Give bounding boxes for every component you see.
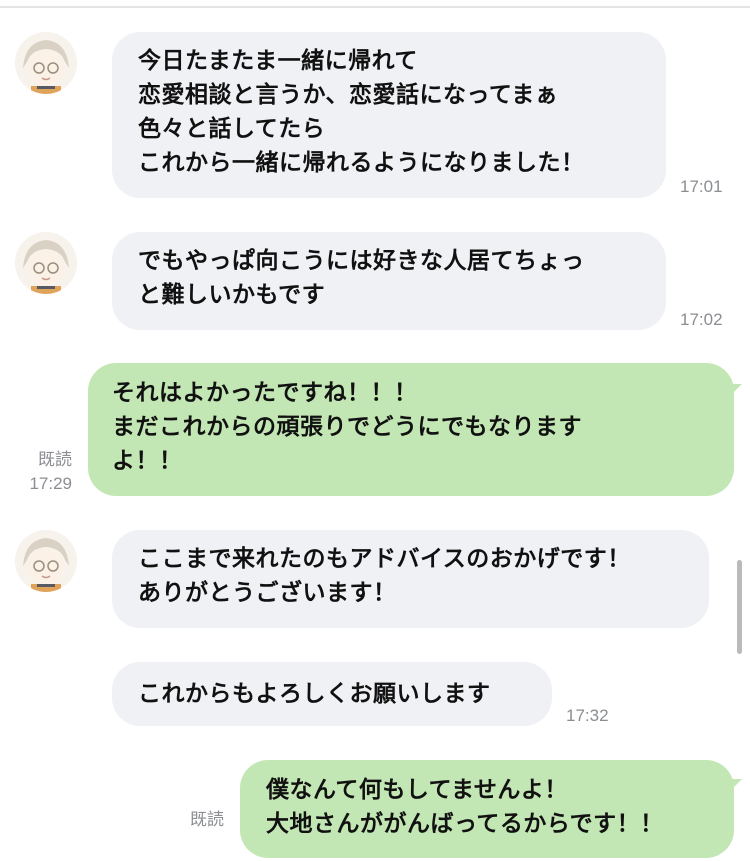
message-timestamp: 17:32	[566, 706, 609, 725]
message-timestamp: 17:02	[680, 310, 723, 329]
message-text: これからもよろしくお願いします	[138, 681, 491, 707]
message-text: 大地さんががんばってるからです！！	[266, 811, 664, 837]
message-text: よ！！	[112, 448, 183, 474]
read-receipt: 既読	[180, 808, 224, 832]
avatar[interactable]	[15, 232, 77, 294]
message-text: それはよかったですね！！！	[112, 380, 418, 406]
bubble-tail	[728, 779, 742, 793]
avatar-icon	[15, 232, 77, 294]
message-text: ここまで来れたのもアドバイスのおかげです！	[138, 546, 631, 572]
scrollbar[interactable]	[737, 560, 742, 654]
message-text: ありがとうございます！	[138, 580, 397, 606]
read-status: 既読	[38, 450, 72, 470]
avatar[interactable]	[15, 530, 77, 592]
message-bubble-received[interactable]: これからもよろしくお願いします	[112, 662, 552, 726]
message-bubble-received[interactable]: でもやっぱ向こうには好きな人居てちょっ と難しいかもです	[112, 232, 666, 330]
message-text: 今日たまたま一緒に帰れて	[138, 48, 418, 74]
header-divider	[0, 6, 750, 8]
message-text: と難しいかもです	[138, 282, 326, 308]
message-timestamp: 17:29	[29, 474, 72, 493]
read-status: 既読	[190, 810, 224, 830]
message-text: まだこれからの頑張りでどうにでもなります	[112, 414, 582, 440]
message-text: 恋愛相談と言うか、恋愛話になってまぁ	[138, 82, 559, 108]
read-receipt: 既読 17:29	[14, 448, 72, 496]
message-text: 僕なんて何もしてませんよ！	[266, 777, 568, 803]
message-text: 色々と話してたら	[138, 116, 326, 142]
bubble-tail	[728, 384, 742, 398]
message-bubble-received[interactable]: 今日たまたま一緒に帰れて 恋愛相談と言うか、恋愛話になってまぁ 色々と話してたら…	[112, 32, 666, 198]
message-timestamp: 17:01	[680, 177, 723, 196]
message-bubble-received[interactable]: ここまで来れたのもアドバイスのおかげです！ ありがとうございます！	[112, 530, 709, 628]
avatar[interactable]	[15, 32, 77, 94]
message-text: でもやっぱ向こうには好きな人居てちょっ	[138, 248, 585, 274]
message-bubble-sent[interactable]: 僕なんて何もしてませんよ！ 大地さんががんばってるからです！！	[240, 760, 734, 858]
message-text: これから一緒に帰れるようになりました！	[138, 150, 585, 176]
message-bubble-sent[interactable]: それはよかったですね！！！ まだこれからの頑張りでどうにでもなります よ！！	[88, 363, 734, 496]
avatar-icon	[15, 530, 77, 592]
avatar-icon	[15, 32, 77, 94]
